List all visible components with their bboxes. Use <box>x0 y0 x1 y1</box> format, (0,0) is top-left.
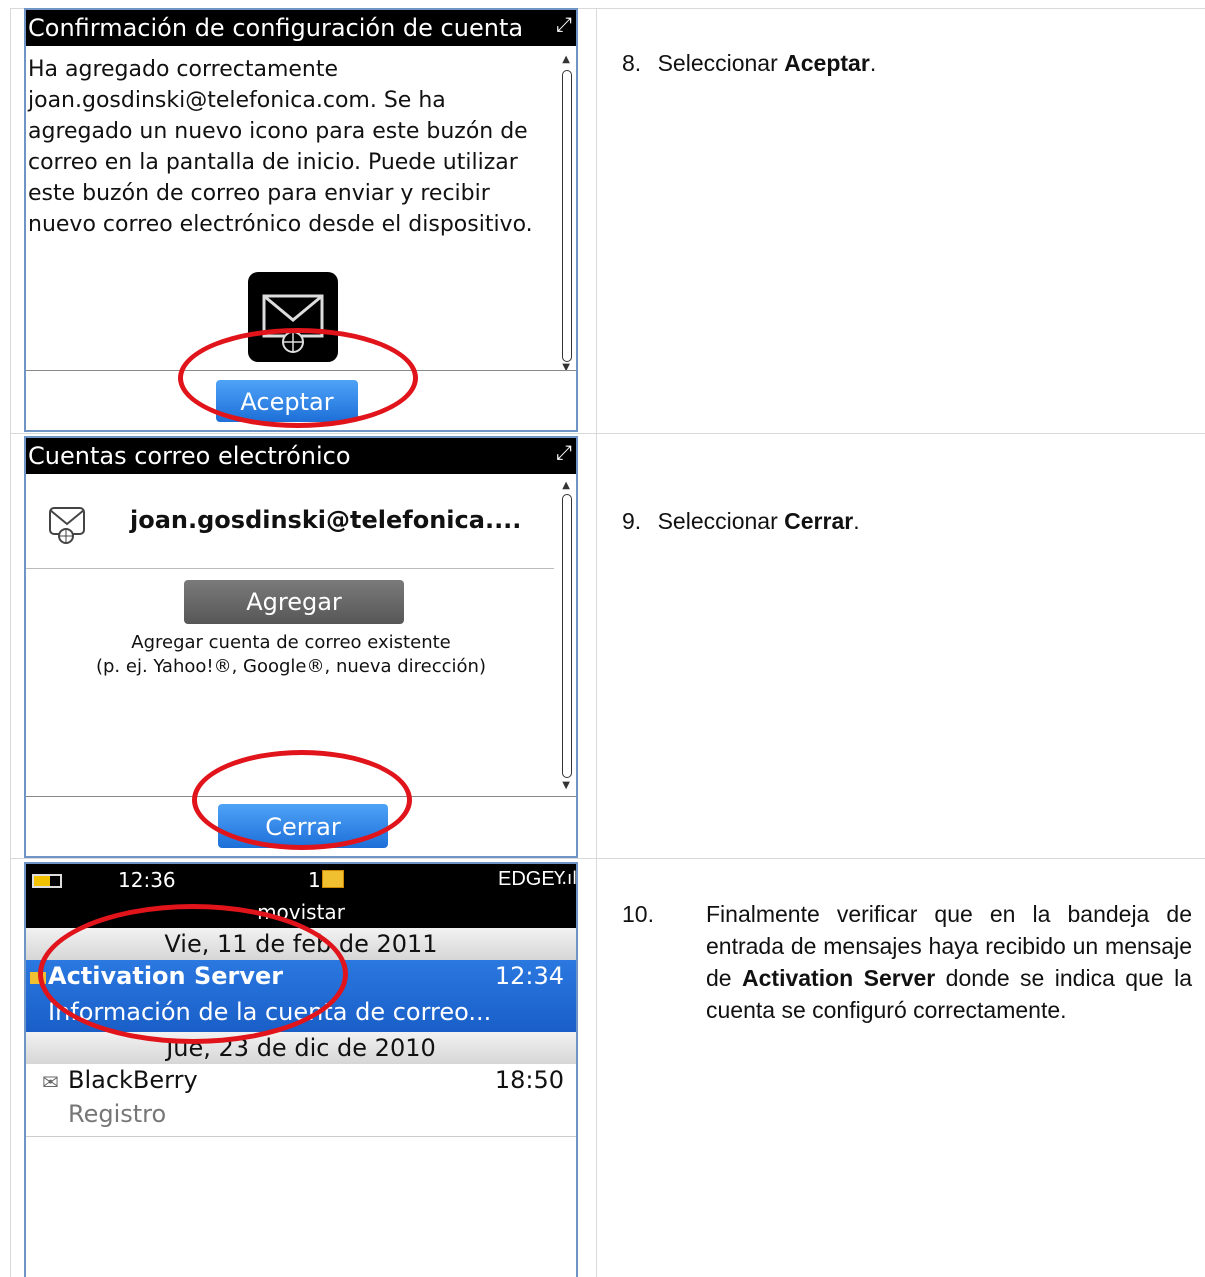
step-text-pre: Seleccionar <box>657 508 785 534</box>
accounts-scrollbar[interactable] <box>562 494 572 778</box>
table-row-line <box>10 858 1205 859</box>
read-envelope-icon: ✉ <box>42 1070 59 1094</box>
accounts-title-bar: Cuentas correo electrónico <box>26 438 576 474</box>
status-time: 12:36 <box>118 868 176 892</box>
step-number: 8. <box>622 50 642 76</box>
highlight-circle <box>192 750 412 850</box>
message-time: 12:34 <box>494 962 564 990</box>
highlight-circle <box>178 328 418 428</box>
scroll-up-icon[interactable]: ▲ <box>562 480 570 491</box>
step-number: 10. <box>622 901 654 927</box>
account-row[interactable]: joan.gosdinski@telefonica.... <box>26 476 554 569</box>
step-text-pre: Seleccionar <box>657 50 785 76</box>
step-text-post: . <box>869 50 877 76</box>
message-subject: Registro <box>68 1100 167 1128</box>
step-8: 8. Seleccionar Aceptar. <box>622 50 876 77</box>
battery-icon <box>32 874 62 888</box>
confirm-scrollbar[interactable] <box>562 70 572 362</box>
signal-icon: Y.ıl <box>554 868 578 889</box>
step-9: 9. Seleccionar Cerrar. <box>622 508 860 535</box>
message-row[interactable]: ✉ BlackBerry 18:50 Registro <box>26 1064 576 1137</box>
step-bold: Cerrar <box>784 508 854 534</box>
table-left-border <box>10 8 11 1277</box>
step-bold: Activation Server <box>742 965 936 991</box>
expand-icon[interactable]: ⤢ <box>556 440 572 464</box>
step-10: 10. Finalmente verificar que en la bande… <box>622 898 1192 1026</box>
date-separator: Jue, 23 de dic de 2010 <box>26 1032 576 1064</box>
message-time: 18:50 <box>494 1066 564 1094</box>
account-email: joan.gosdinski@telefonica.... <box>130 506 522 534</box>
step-bold: Aceptar <box>784 50 870 76</box>
scroll-down-icon[interactable]: ▼ <box>562 780 570 791</box>
scroll-up-icon[interactable]: ▲ <box>562 54 570 65</box>
scroll-down-icon[interactable]: ▼ <box>562 362 570 373</box>
highlight-circle <box>38 904 348 1044</box>
add-description-line1: Agregar cuenta de correo existente <box>131 632 451 653</box>
expand-icon[interactable]: ⤢ <box>552 12 572 36</box>
accounts-title: Cuentas correo electrónico <box>28 442 351 470</box>
confirm-title-bar: Confirmación de configuración de cuenta <box>26 10 576 46</box>
unread-count: 1 <box>308 868 321 892</box>
add-button[interactable]: Agregar <box>184 580 404 624</box>
table-middle-border <box>596 8 597 1277</box>
table-row-line <box>10 433 1205 434</box>
envelope-globe-icon <box>48 502 88 546</box>
add-description-line2: (p. ej. Yahoo!®, Google®, nueva direcció… <box>95 656 486 677</box>
step-text-post: . <box>853 508 860 534</box>
new-mail-icon <box>322 870 344 888</box>
message-sender: BlackBerry <box>68 1066 198 1094</box>
confirm-message: Ha agregado correctamente joan.gosdinski… <box>28 57 533 237</box>
confirm-title: Confirmación de configuración de cuenta <box>28 14 524 42</box>
step-number: 9. <box>622 508 642 534</box>
network-type: EDGE <box>498 868 555 890</box>
